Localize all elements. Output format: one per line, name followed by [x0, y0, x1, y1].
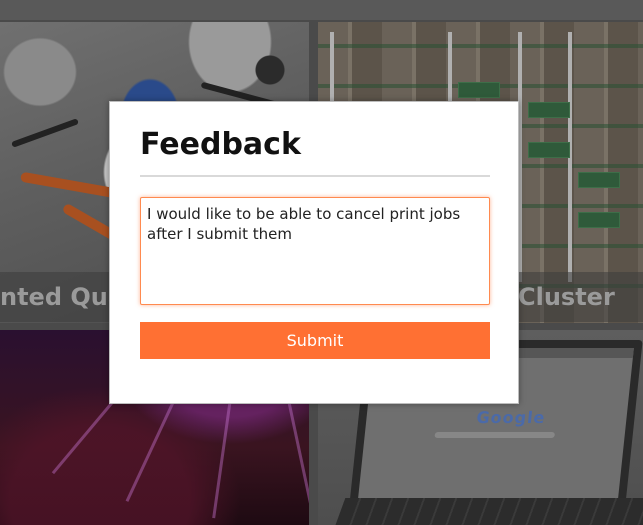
- submit-button[interactable]: Submit: [140, 322, 490, 359]
- laptop-keyboard: [330, 498, 643, 525]
- feedback-modal: Feedback I would like to be able to canc…: [109, 101, 519, 404]
- circuit-board: [578, 212, 620, 228]
- circuit-board: [578, 172, 620, 188]
- modal-title: Feedback: [140, 127, 301, 162]
- google-logo: Google: [475, 408, 547, 427]
- search-box-image: [434, 432, 556, 438]
- circuit-board: [458, 82, 500, 98]
- circuit-board: [528, 142, 570, 158]
- top-bar: [0, 0, 643, 20]
- title-divider: [140, 175, 490, 177]
- circuit-board: [528, 102, 570, 118]
- propeller: [11, 118, 79, 148]
- feedback-textarea[interactable]: I would like to be able to cancel print …: [140, 197, 490, 305]
